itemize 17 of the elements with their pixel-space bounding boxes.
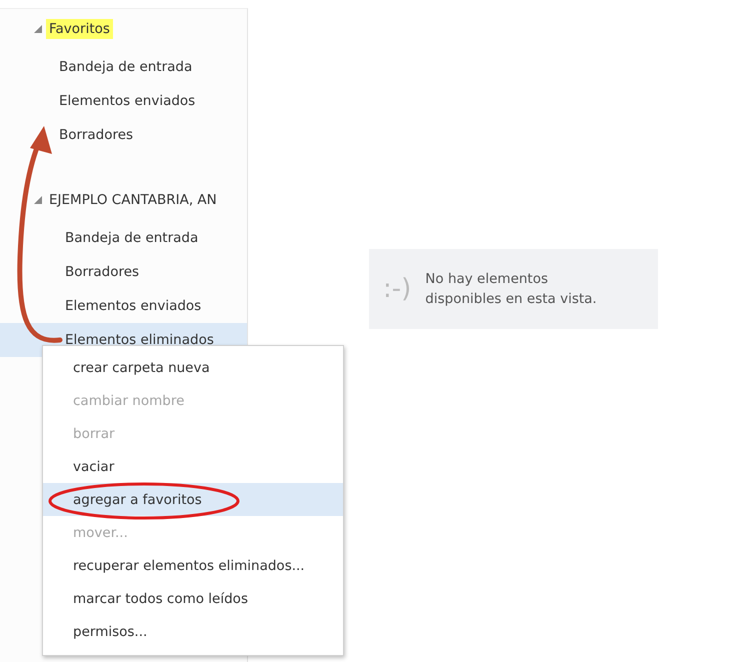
collapse-caret-icon[interactable] (34, 25, 42, 33)
collapse-caret-icon[interactable] (34, 196, 42, 204)
folder-item[interactable]: Elementos enviados (0, 84, 247, 118)
menu-item[interactable]: agregar a favoritos (43, 483, 343, 516)
menu-item[interactable]: marcar todos como leídos (43, 582, 343, 615)
menu-item[interactable]: vaciar (43, 450, 343, 483)
menu-item[interactable]: recuperar elementos eliminados... (43, 549, 343, 582)
folder-item[interactable]: Borradores (0, 255, 247, 289)
folder-item[interactable]: Elementos enviados (0, 289, 247, 323)
empty-message: No hay elementos disponibles en esta vista. (425, 270, 598, 309)
emoticon: :-) (383, 274, 412, 304)
menu-item[interactable]: permisos... (43, 615, 343, 648)
folder-group-header[interactable]: EJEMPLO CANTABRIA, AN (46, 190, 220, 210)
folder-group-header[interactable]: Favoritos (46, 19, 113, 39)
folder-item[interactable]: Bandeja de entrada (0, 50, 247, 84)
folder-item[interactable]: Borradores (0, 118, 247, 152)
folder-item[interactable]: Bandeja de entrada (0, 221, 247, 255)
